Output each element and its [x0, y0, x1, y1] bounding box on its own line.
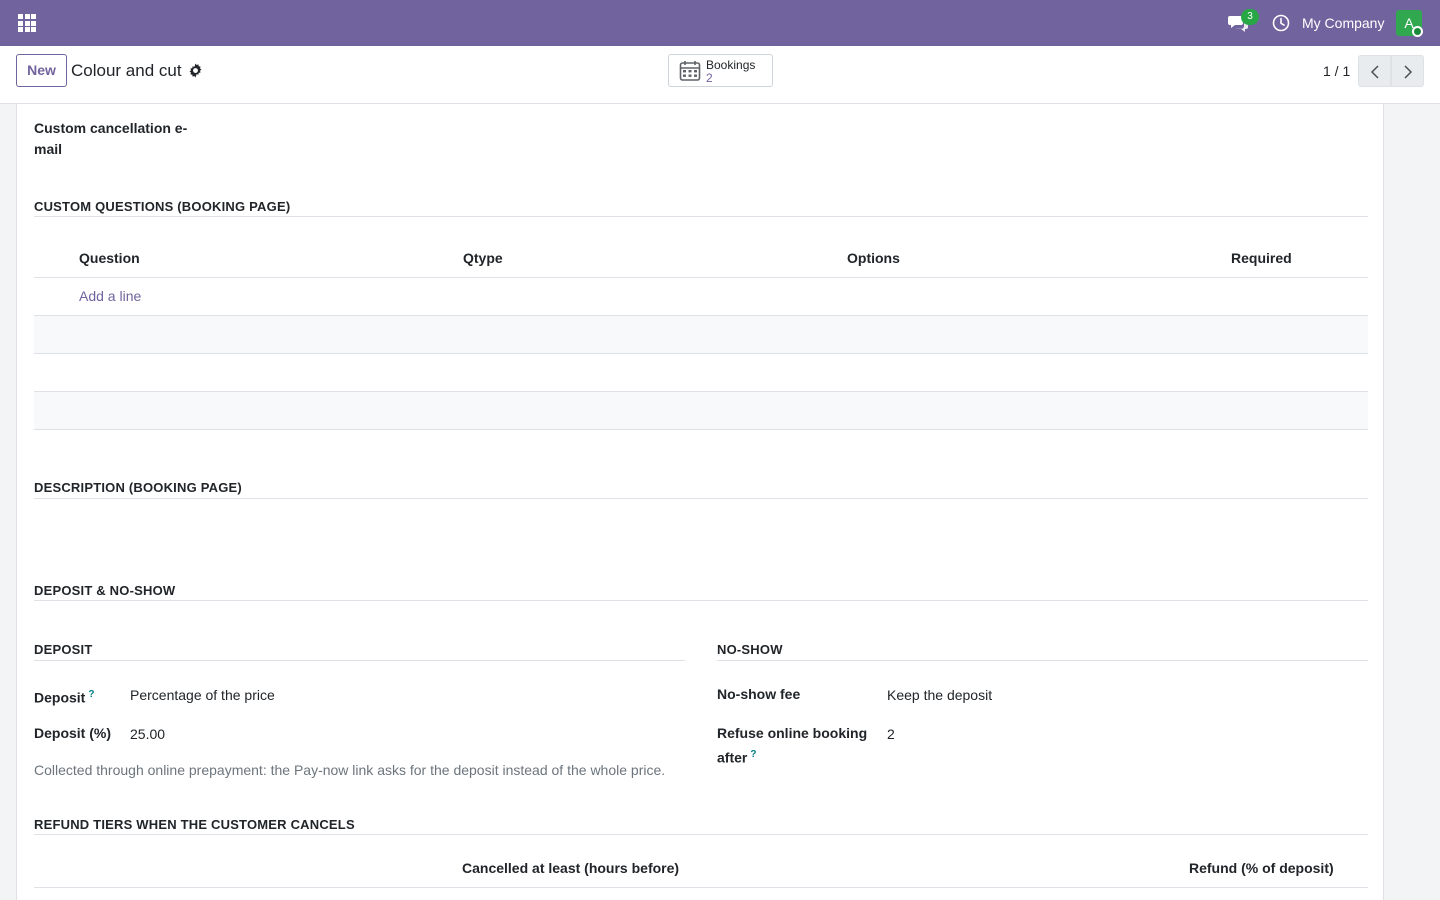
refund-tiers-section-title: REFUND TIERS WHEN THE CUSTOMER CANCELS	[34, 817, 355, 832]
column-header-qtype[interactable]: Qtype	[463, 250, 503, 266]
section-divider	[34, 834, 1368, 835]
gear-icon[interactable]	[188, 63, 203, 78]
custom-questions-section-title: CUSTOM QUESTIONS (BOOKING PAGE)	[34, 199, 291, 214]
column-header-required[interactable]: Required	[1231, 250, 1292, 266]
column-header-options[interactable]: Options	[847, 250, 900, 266]
description-editor[interactable]	[34, 504, 1368, 554]
noshow-group-title: NO-SHOW	[717, 642, 783, 657]
deposit-group-title: DEPOSIT	[34, 642, 93, 657]
table-row: Add a line	[34, 278, 1368, 316]
deposit-percent-label: Deposit (%)	[34, 725, 111, 741]
table-row	[34, 354, 1368, 392]
deposit-noshow-section-title: DEPOSIT & NO-SHOW	[34, 583, 176, 598]
calendar-icon	[679, 61, 701, 81]
add-a-line-link[interactable]: Add a line	[79, 288, 141, 304]
noshow-fee-label: No-show fee	[717, 686, 801, 702]
chat-count-badge: 3	[1241, 9, 1259, 25]
group-divider	[34, 660, 685, 661]
deposit-help-note: Collected through online prepayment: the…	[34, 762, 666, 778]
record-title: Colour and cut	[71, 61, 182, 80]
custom-cancellation-email-field[interactable]	[207, 118, 1367, 160]
noshow-fee-select[interactable]: Keep the deposit	[887, 685, 992, 706]
top-navbar: 3 My Company A	[0, 0, 1440, 46]
column-header-refund-percent[interactable]: Refund (% of deposit)	[1189, 860, 1334, 876]
table-header-divider	[34, 887, 1368, 888]
table-row	[34, 316, 1368, 354]
refuse-booking-label: Refuse online booking after?	[717, 725, 868, 766]
section-divider	[34, 498, 1368, 499]
description-section-title: DESCRIPTION (BOOKING PAGE)	[34, 480, 242, 495]
column-header-cancelled-hours[interactable]: Cancelled at least (hours before)	[462, 860, 679, 876]
column-header-question[interactable]: Question	[79, 250, 140, 266]
section-divider	[34, 600, 1368, 601]
refuse-booking-field[interactable]: 2	[887, 724, 895, 745]
control-panel: New Colour and cut Bookings 2 1 / 1	[0, 46, 1440, 104]
form-sheet: Custom cancellation e-mail CUSTOM QUESTI…	[16, 104, 1384, 900]
smart-button-count: 2	[706, 71, 713, 85]
clock-icon[interactable]	[1272, 14, 1290, 32]
chevron-right-icon	[1404, 65, 1413, 79]
pager-previous-button[interactable]	[1358, 55, 1391, 87]
new-button[interactable]: New	[16, 54, 67, 87]
smart-button-label: Bookings	[706, 58, 756, 72]
deposit-label: Deposit?	[34, 689, 95, 706]
grid-icon[interactable]	[14, 10, 40, 36]
presence-status-dot	[1412, 26, 1423, 37]
pager-value[interactable]: 1 / 1	[1323, 62, 1350, 80]
deposit-type-select[interactable]: Percentage of the price	[130, 685, 275, 706]
chevron-left-icon	[1370, 65, 1379, 79]
help-tooltip-icon[interactable]: ?	[750, 749, 756, 760]
section-divider	[34, 216, 1368, 217]
bookings-smart-button[interactable]: Bookings 2	[668, 54, 773, 87]
help-tooltip-icon[interactable]: ?	[88, 689, 94, 700]
group-divider	[717, 660, 1368, 661]
pager-next-button[interactable]	[1391, 55, 1424, 87]
custom-cancellation-email-label: Custom cancellation e-mail	[34, 120, 188, 157]
company-switcher[interactable]: My Company	[1302, 14, 1384, 32]
table-row	[34, 392, 1368, 430]
deposit-percent-field[interactable]: 25.00	[130, 724, 165, 745]
